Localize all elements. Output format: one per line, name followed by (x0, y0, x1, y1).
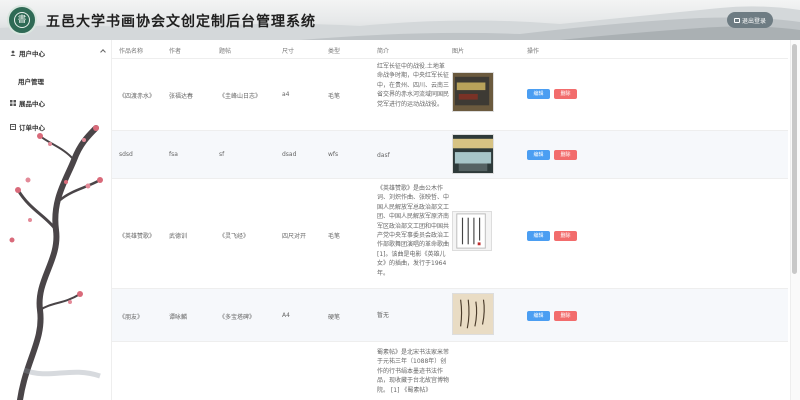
col-header-size: 尺寸 (282, 48, 295, 55)
sidebar-item-exhibit-center[interactable]: 展品中心 (10, 98, 45, 108)
col-header-actions: 操作 (527, 48, 540, 55)
logo-glyph: 書 (14, 12, 30, 28)
order-icon (10, 124, 16, 130)
cell-intro: 红军长征中的战役.土地革命战争时期，中央红军长征中，在贵州、四川、云南三省交界的… (377, 63, 450, 108)
cell-intro: 《英雄赞歌》是由公木作词、刘炽作曲、张映哲、中国人民解放军总政治部文工团、中国人… (377, 185, 450, 277)
cell-size: 四尺对开 (282, 233, 307, 240)
sidebar: 用户中心 用户管理 展品中心 订单中心 (0, 40, 112, 400)
cell-name: 《朋友》 (119, 314, 144, 321)
cell-author: 谭咏麟 (169, 314, 188, 321)
user-icon (10, 50, 16, 56)
artwork-thumbnail[interactable] (452, 293, 494, 335)
col-header-image: 图片 (452, 48, 465, 55)
cell-subject: 《圭峰山日志》 (219, 93, 262, 100)
col-header-subject: 题帖 (219, 48, 232, 55)
table-row: 《朋友》 谭咏麟 《多宝塔碑》 A4 硬笔 暂无 编辑 删除 (112, 289, 788, 342)
cell-type: 硬笔 (328, 314, 341, 321)
delete-button[interactable]: 删除 (554, 89, 577, 99)
sidebar-item-label: 展品中心 (19, 100, 45, 108)
cell-subject: 《多宝塔碑》 (219, 314, 256, 321)
app-title: 五邑大学书画协会文创定制后台管理系统 (46, 14, 316, 30)
col-header-type: 类型 (328, 48, 341, 55)
table-row: sdsd fsa sf dsad wfs dasf 编辑 删除 (112, 131, 788, 179)
cell-intro: dasf (377, 152, 390, 159)
col-header-name: 作品名称 (119, 48, 144, 55)
cell-type: 毛笔 (328, 93, 341, 100)
artwork-thumbnail[interactable] (452, 134, 494, 174)
cell-subject: sf (219, 151, 225, 158)
table-row: 《四渡赤水》 张福达春 《圭峰山日志》 a4 毛笔 红军长征中的战役.土地革命战… (112, 59, 788, 131)
edit-button[interactable]: 编辑 (527, 311, 550, 321)
edit-button[interactable]: 编辑 (527, 89, 550, 99)
cell-size: dsad (282, 151, 297, 158)
scrollbar-thumb[interactable] (792, 44, 797, 274)
logout-button[interactable]: 退出登录 (727, 12, 773, 28)
exhibits-table: 作品名称 作者 题帖 尺寸 类型 简介 图片 操作 《四渡赤水》 张福达春 《圭… (112, 40, 788, 400)
cell-author: 武德训 (169, 233, 188, 240)
cell-size: a4 (282, 91, 290, 98)
cell-name: 《英雄赞歌》 (119, 233, 156, 240)
cell-intro: 蜀素帖》是北宋书法家米芾于元祐三年（1088年）创作的行书绢本墨迹书法作品，现收… (377, 349, 450, 394)
cell-author: 张福达春 (169, 93, 194, 100)
logo-icon: 書 (7, 5, 37, 35)
delete-button[interactable]: 删除 (554, 231, 577, 241)
cell-type: wfs (328, 151, 339, 158)
table-row: 《英雄赞歌》 武德训 《灵飞经》 四尺对开 毛笔 《英雄赞歌》是由公木作词、刘炽… (112, 179, 788, 289)
delete-button[interactable]: 删除 (554, 311, 577, 321)
cell-name: 《四渡赤水》 (119, 93, 156, 100)
col-header-author: 作者 (169, 48, 182, 55)
cell-size: A4 (282, 312, 290, 319)
cell-author: fsa (169, 151, 178, 158)
artwork-thumbnail[interactable] (452, 72, 494, 112)
cell-name: sdsd (119, 151, 133, 158)
logout-label: 退出登录 (741, 17, 766, 25)
sidebar-item-label: 订单中心 (19, 124, 45, 132)
cell-subject: 《灵飞经》 (219, 233, 250, 240)
sidebar-item-order-center[interactable]: 订单中心 (10, 122, 45, 132)
delete-button[interactable]: 删除 (554, 150, 577, 160)
sidebar-item-user-center[interactable]: 用户中心 (10, 48, 45, 58)
table-header: 作品名称 作者 题帖 尺寸 类型 简介 图片 操作 (112, 40, 788, 59)
cell-intro: 暂无 (377, 312, 390, 319)
top-header: 書 五邑大学书画协会文创定制后台管理系统 退出登录 (0, 0, 800, 40)
artwork-thumbnail[interactable] (452, 211, 492, 251)
sidebar-item-label: 用户中心 (19, 50, 45, 58)
edit-button[interactable]: 编辑 (527, 150, 550, 160)
sidebar-item-user-management[interactable]: 用户管理 (18, 76, 44, 86)
grid-icon (10, 100, 16, 106)
cell-type: 毛笔 (328, 233, 341, 240)
col-header-intro: 简介 (377, 48, 390, 55)
table-row: 蜀素帖》是北宋书法家米芾于元祐三年（1088年）创作的行书绢本墨迹书法作品，现收… (112, 342, 788, 400)
mail-icon (733, 17, 740, 23)
plum-blossom-decoration (9, 125, 103, 400)
edit-button[interactable]: 编辑 (527, 231, 550, 241)
